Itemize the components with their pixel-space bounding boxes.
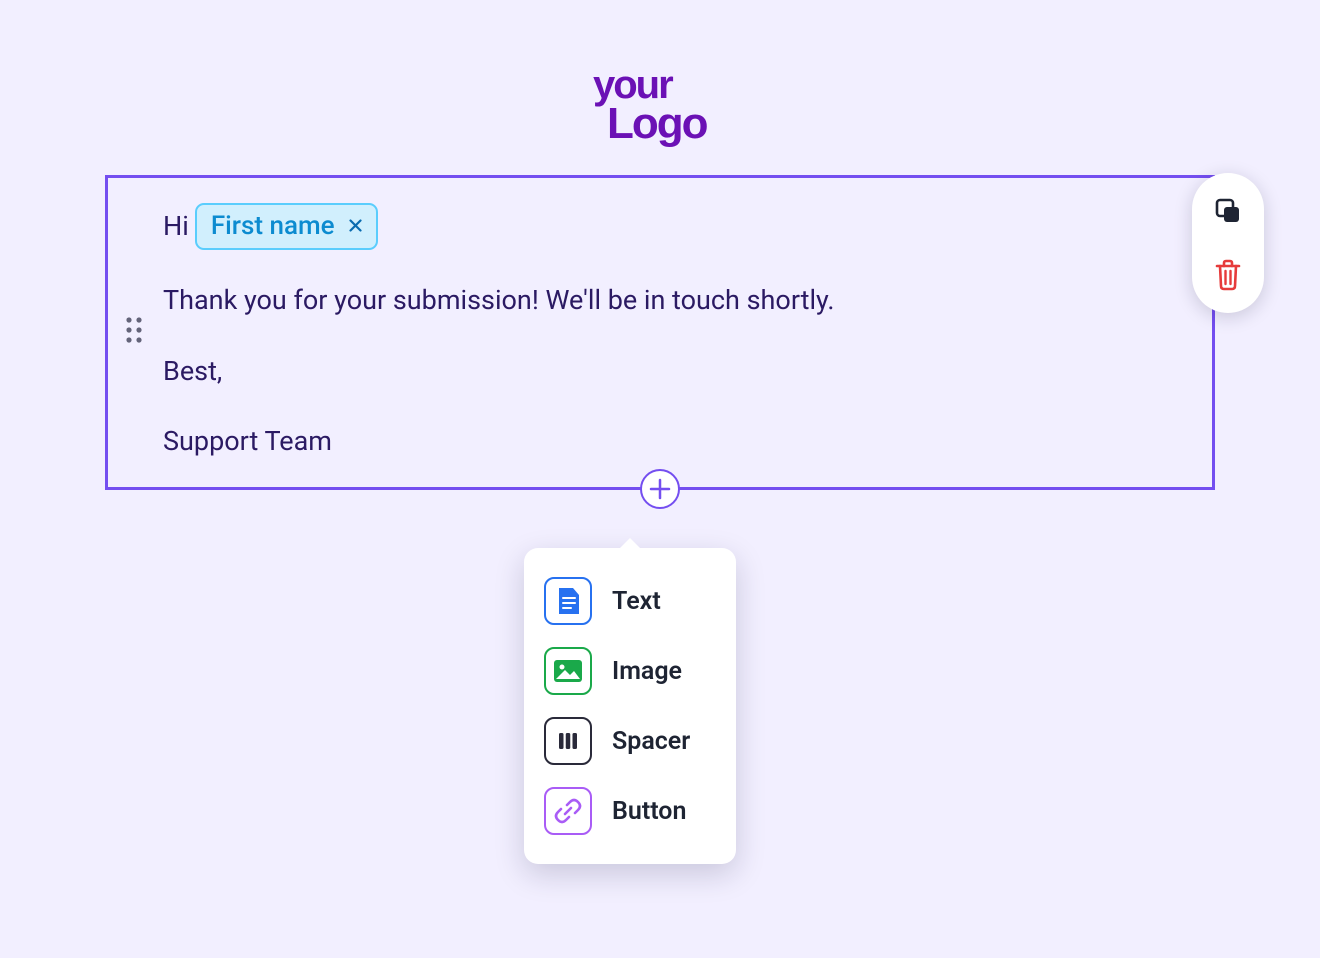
logo: your Logo — [575, 60, 745, 155]
spacer-icon — [544, 717, 592, 765]
email-body-block[interactable]: Hi First name Thank you for your submiss… — [105, 175, 1215, 490]
image-icon — [544, 647, 592, 695]
delete-button[interactable] — [1212, 259, 1244, 291]
logo-container: your Logo — [0, 0, 1320, 175]
menu-item-label: Text — [612, 587, 661, 616]
menu-item-label: Spacer — [612, 727, 690, 756]
svg-text:Logo: Logo — [607, 99, 708, 148]
variable-chip-label: First name — [211, 207, 335, 246]
body-text[interactable]: Hi First name Thank you for your submiss… — [163, 203, 1157, 462]
text-icon — [544, 577, 592, 625]
menu-item-image[interactable]: Image — [534, 636, 726, 706]
close-icon[interactable] — [349, 213, 362, 240]
trash-icon — [1213, 258, 1243, 292]
add-block-menu: Text Image Spacer — [524, 548, 736, 864]
menu-item-label: Image — [612, 657, 682, 686]
plus-icon — [649, 478, 671, 500]
block-side-actions — [1192, 173, 1264, 313]
body-line-3: Support Team — [163, 421, 1157, 462]
add-block-button[interactable] — [640, 469, 680, 509]
menu-item-spacer[interactable]: Spacer — [534, 706, 726, 776]
body-line-2: Best, — [163, 351, 1157, 392]
greeting-text: Hi — [163, 206, 189, 247]
greeting-line: Hi First name — [163, 203, 1157, 250]
duplicate-button[interactable] — [1212, 195, 1244, 227]
link-icon — [544, 787, 592, 835]
drag-handle-icon[interactable] — [124, 315, 144, 349]
menu-item-text[interactable]: Text — [534, 566, 726, 636]
body-line-1: Thank you for your submission! We'll be … — [163, 280, 1157, 321]
menu-item-label: Button — [612, 797, 686, 826]
menu-item-button[interactable]: Button — [534, 776, 726, 846]
copy-icon — [1213, 196, 1243, 226]
variable-chip[interactable]: First name — [195, 203, 378, 250]
